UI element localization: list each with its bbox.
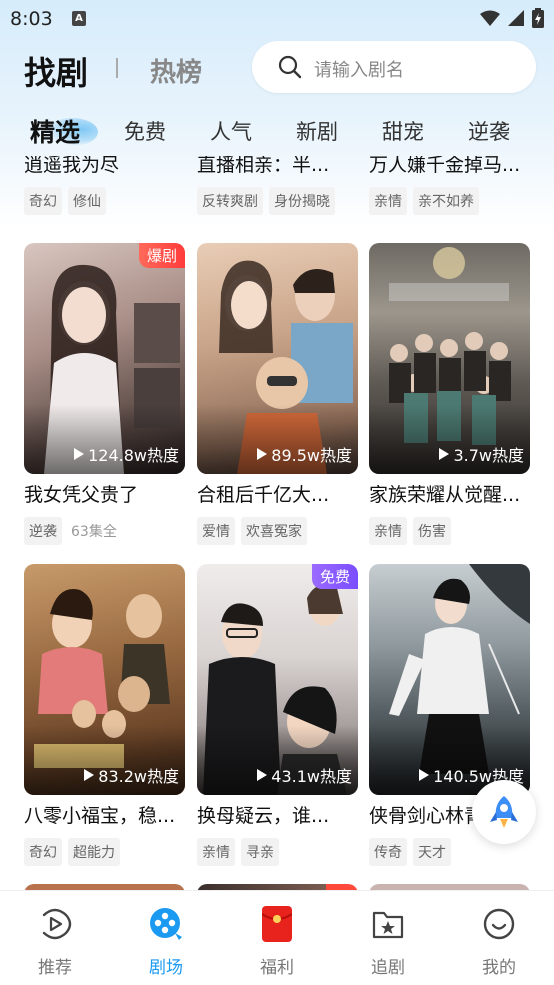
- notification-icon: A: [72, 11, 86, 26]
- genre-tag: 传奇: [369, 838, 407, 866]
- drama-title: 直播相亲：半...: [197, 156, 330, 176]
- nav-label: 福利: [260, 958, 294, 978]
- drama-poster[interactable]: 140.5w热度: [369, 564, 530, 795]
- status-bar: 8:03 A: [0, 0, 554, 38]
- nav-item-recommend[interactable]: 推荐: [15, 905, 95, 978]
- drama-poster[interactable]: 免费 43.1w热度: [197, 564, 358, 795]
- tab-comeback[interactable]: 逆袭: [468, 116, 510, 146]
- search-input[interactable]: 请输入剧名: [252, 41, 536, 93]
- genre-tag: 亲情: [369, 187, 407, 215]
- status-time: 8:03: [10, 8, 53, 30]
- play-circle-icon: [42, 908, 72, 940]
- play-icon: [257, 448, 268, 460]
- drama-title: 合租后千亿大...: [197, 484, 330, 506]
- popularity-label: 3.7w热度: [439, 442, 524, 466]
- scroll-to-top-button[interactable]: [472, 780, 536, 844]
- drama-card[interactable]: 83.2w热度 八零小福宝，稳... 奇幻 超能力: [24, 564, 185, 866]
- search-icon: [278, 55, 302, 79]
- genre-tag: 伤害: [413, 517, 451, 545]
- signal-icon: [508, 10, 524, 26]
- drama-poster[interactable]: 83.2w热度: [24, 564, 185, 795]
- drama-title: 家族荣耀从觉醒...: [369, 484, 521, 506]
- drama-title: 万人嫌千金掉马...: [369, 156, 521, 176]
- drama-poster[interactable]: 3.7w热度: [369, 243, 530, 474]
- rank-tab[interactable]: 热榜: [150, 52, 202, 89]
- play-icon: [419, 769, 430, 781]
- genre-tag: 天才: [413, 838, 451, 866]
- tab-featured[interactable]: 精选: [30, 113, 80, 149]
- popularity-label: 83.2w热度: [84, 763, 179, 787]
- tab-new[interactable]: 新剧: [296, 116, 338, 146]
- play-icon: [74, 448, 85, 460]
- theater-icon: [150, 908, 182, 940]
- hot-badge: 爆剧: [138, 243, 185, 268]
- genre-tag: 超能力: [68, 838, 120, 866]
- genre-tag: 奇幻: [24, 838, 62, 866]
- genre-tag: 反转爽剧: [197, 187, 263, 215]
- drama-poster[interactable]: 89.5w热度: [197, 243, 358, 474]
- nav-item-theater[interactable]: 剧场: [126, 905, 206, 978]
- drama-poster[interactable]: 爆剧 124.8w热度: [24, 243, 185, 474]
- drama-card[interactable]: 89.5w热度 合租后千亿大... 爱情 欢喜冤家: [197, 243, 358, 545]
- genre-tag: 欢喜冤家: [241, 517, 307, 545]
- genre-tag: 爱情: [197, 517, 235, 545]
- nav-item-following[interactable]: 追剧: [348, 905, 428, 978]
- search-placeholder: 请输入剧名: [314, 60, 404, 81]
- drama-title: 我女凭父贵了: [24, 484, 139, 506]
- nav-label: 追剧: [371, 958, 405, 978]
- battery-icon: [532, 8, 544, 28]
- genre-tag: 身份揭晓: [269, 187, 335, 215]
- genre-tag: 亲情: [197, 838, 235, 866]
- genre-tag: 寻亲: [241, 838, 279, 866]
- drama-card[interactable]: 免费 43.1w热度 换母疑云，谁... 亲情 寻亲: [197, 564, 358, 866]
- nav-label: 剧场: [149, 958, 183, 978]
- genre-tag: 逆袭: [24, 517, 62, 545]
- drama-grid: 逍遥我为尽 奇幻 修仙 直播相亲：半... 反转爽剧 身份揭晓 万人嫌千金掉马.…: [0, 156, 554, 890]
- drama-card-partial[interactable]: 万人嫌千金掉马... 亲情 亲不如养: [369, 156, 530, 215]
- tab-free[interactable]: 免费: [124, 116, 166, 146]
- tab-sweet[interactable]: 甜宠: [382, 116, 424, 146]
- star-folder-icon: [372, 911, 404, 939]
- play-icon: [84, 769, 95, 781]
- drama-title: 逍遥我为尽: [24, 156, 120, 176]
- smile-face-icon: [483, 908, 515, 940]
- drama-card[interactable]: 爆剧 124.8w热度 我女凭父贵了 逆袭 63集全: [24, 243, 185, 545]
- title-divider: [116, 58, 118, 78]
- drama-card-partial[interactable]: 直播相亲：半... 反转爽剧 身份揭晓: [197, 156, 358, 215]
- page-title: 找剧: [24, 54, 89, 92]
- category-tabs: 精选 免费 人气 新剧 甜宠 逆袭: [0, 110, 554, 156]
- popularity-label: 89.5w热度: [257, 442, 352, 466]
- genre-tag: 亲不如养: [413, 187, 479, 215]
- drama-card-partial[interactable]: 逍遥我为尽 奇幻 修仙: [24, 156, 185, 215]
- drama-card[interactable]: 3.7w热度 家族荣耀从觉醒... 亲情 伤害: [369, 243, 530, 545]
- nav-item-mine[interactable]: 我的: [459, 905, 539, 978]
- nav-label: 我的: [482, 958, 516, 978]
- popularity-label: 43.1w热度: [257, 763, 352, 787]
- drama-title: 八零小福宝，稳...: [24, 805, 176, 827]
- red-envelope-icon: [262, 906, 292, 942]
- nav-item-welfare[interactable]: 福利: [237, 905, 317, 978]
- wifi-icon: [480, 10, 500, 26]
- drama-title: 换母疑云，谁...: [197, 805, 330, 827]
- rocket-icon: [490, 796, 518, 828]
- play-icon: [257, 769, 268, 781]
- status-indicators: [480, 8, 544, 28]
- play-icon: [439, 448, 450, 460]
- genre-tag: 亲情: [369, 517, 407, 545]
- nav-label: 推荐: [38, 958, 72, 978]
- bottom-navigation: 推荐 剧场 福利 追剧 我的: [0, 890, 554, 985]
- free-badge: 免费: [311, 564, 358, 589]
- tab-popular[interactable]: 人气: [210, 116, 252, 146]
- genre-tag: 奇幻: [24, 187, 62, 215]
- genre-tag: 修仙: [68, 187, 106, 215]
- popularity-label: 124.8w热度: [74, 442, 179, 466]
- episode-count: 63集全: [71, 524, 117, 540]
